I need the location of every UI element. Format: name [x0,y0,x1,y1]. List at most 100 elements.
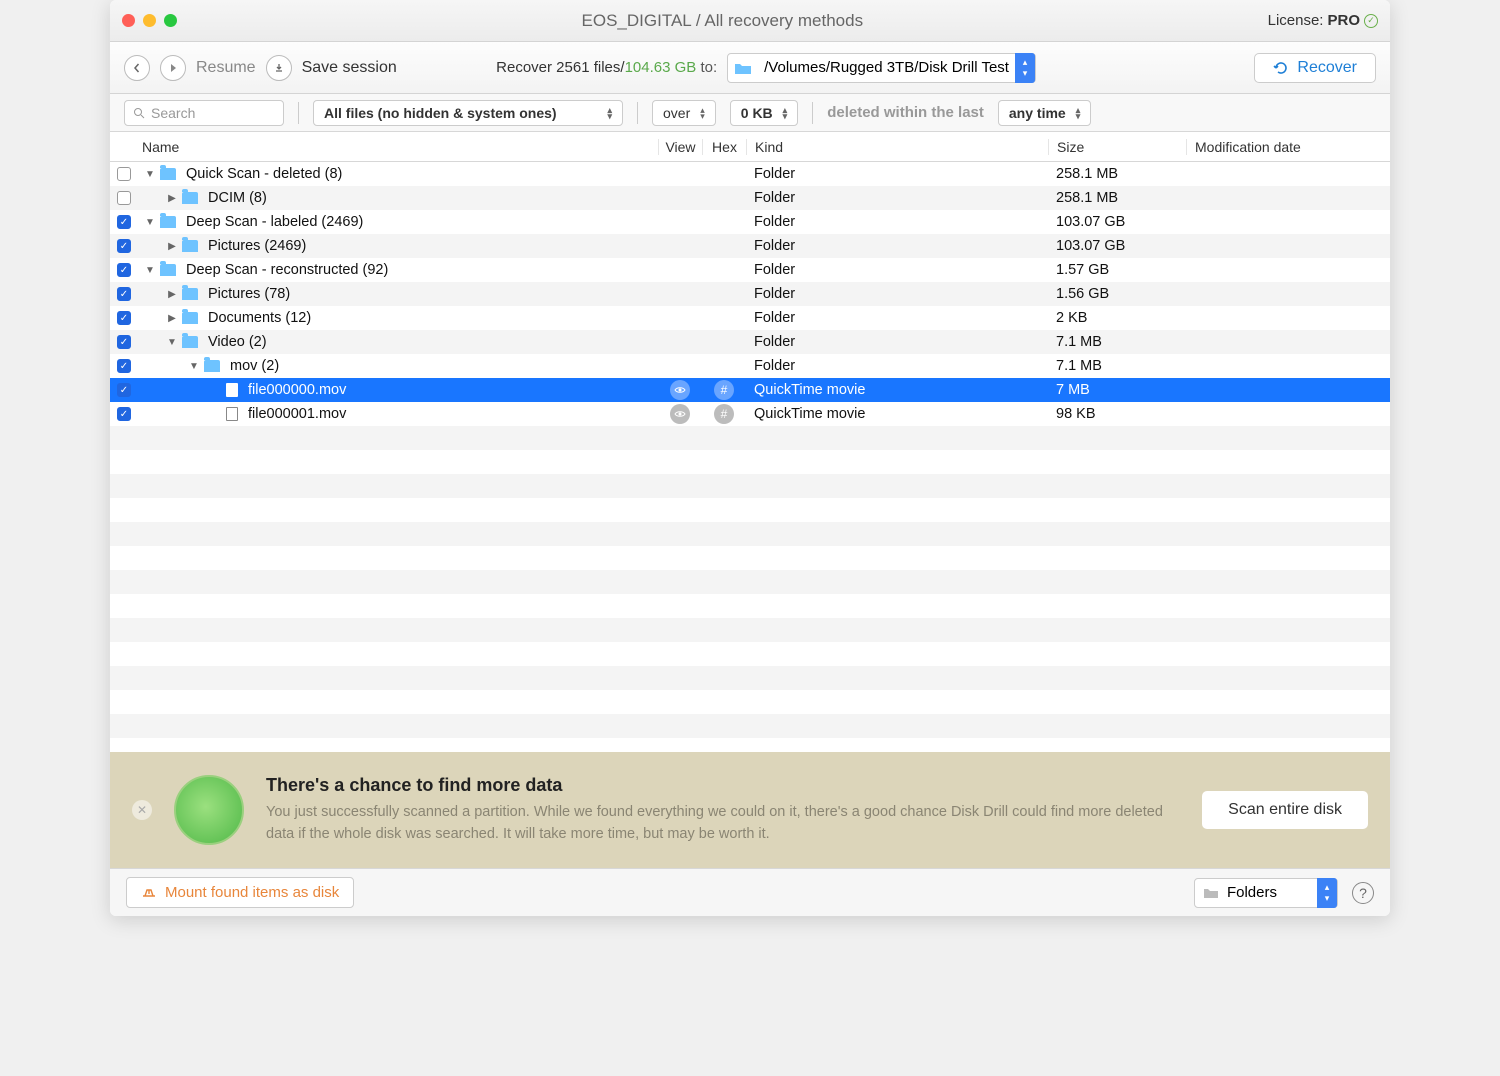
row-checkbox[interactable]: ✓ [117,311,131,325]
row-size: 7.1 MB [1048,334,1186,350]
row-kind: Folder [746,190,1048,206]
row-checkbox[interactable] [117,191,131,205]
disclosure-closed-icon[interactable]: ▶ [166,193,178,204]
column-hex[interactable]: Hex [702,139,746,155]
row-name: Documents (12) [208,310,311,326]
empty-row [110,618,1390,642]
file-icon [226,407,238,421]
table-row[interactable]: ✓▼Deep Scan - labeled (2469)Folder103.07… [110,210,1390,234]
banner-close-button[interactable]: ✕ [132,800,152,820]
recover-summary: Recover 2561 files/104.63 GB to: [496,59,717,76]
row-checkbox[interactable]: ✓ [117,239,131,253]
preview-icon[interactable] [670,404,690,424]
empty-row [110,546,1390,570]
folder-icon [182,192,198,204]
row-checkbox[interactable]: ✓ [117,287,131,301]
stepper-icon[interactable]: ▴▾ [1317,878,1337,908]
folder-icon [182,312,198,324]
search-input[interactable]: Search [124,100,284,126]
row-name: mov (2) [230,358,279,374]
license-tier: PRO [1327,12,1360,29]
save-session-label[interactable]: Save session [302,59,397,77]
disclosure-open-icon[interactable]: ▼ [144,169,156,180]
row-kind: Folder [746,238,1048,254]
table-row[interactable]: ✓▼mov (2)Folder7.1 MB [110,354,1390,378]
license-indicator[interactable]: License: PRO ✓ [1268,12,1378,29]
row-name: Deep Scan - labeled (2469) [186,214,363,230]
row-checkbox[interactable] [117,167,131,181]
row-kind: Folder [746,334,1048,350]
destination-selector[interactable]: /Volumes/Rugged 3TB/Disk Drill Test ▴▾ [727,53,1036,83]
zoom-window-button[interactable] [164,14,177,27]
empty-row [110,570,1390,594]
close-window-button[interactable] [122,14,135,27]
disclosure-open-icon[interactable]: ▼ [144,265,156,276]
column-mod[interactable]: Modification date [1186,139,1390,155]
table-row[interactable]: ✓file000000.mov#QuickTime movie7 MB [110,378,1390,402]
resume-label[interactable]: Resume [196,59,256,77]
column-size[interactable]: Size [1048,139,1186,155]
play-button[interactable] [160,55,186,81]
save-session-icon-button[interactable] [266,55,292,81]
disclosure-open-icon[interactable]: ▼ [188,361,200,372]
row-name: file000001.mov [248,406,346,422]
mount-icon [141,886,157,900]
back-button[interactable] [124,55,150,81]
column-name[interactable]: Name [138,139,658,155]
bottom-bar: Mount found items as disk Folders ▴▾ ? [110,868,1390,916]
size-value-dropdown[interactable]: 0 KB▴▾ [730,100,798,126]
row-size: 258.1 MB [1048,190,1186,206]
row-kind: Folder [746,166,1048,182]
hex-icon[interactable]: # [714,380,734,400]
row-checkbox[interactable]: ✓ [117,383,131,397]
column-kind[interactable]: Kind [746,139,1048,155]
empty-row [110,666,1390,690]
table-row[interactable]: ✓▶Pictures (2469)Folder103.07 GB [110,234,1390,258]
recover-button[interactable]: Recover [1254,53,1376,83]
row-name: Quick Scan - deleted (8) [186,166,342,182]
file-tree[interactable]: ▼Quick Scan - deleted (8)Folder258.1 MB▶… [110,162,1390,752]
folder-icon [182,336,198,348]
table-row[interactable]: ▼Quick Scan - deleted (8)Folder258.1 MB [110,162,1390,186]
disclosure-open-icon[interactable]: ▼ [144,217,156,228]
file-icon [226,383,238,397]
folder-icon [204,360,220,372]
disclosure-closed-icon[interactable]: ▶ [166,289,178,300]
recover-button-label: Recover [1297,59,1357,77]
view-mode-selector[interactable]: Folders ▴▾ [1194,878,1338,908]
mount-button[interactable]: Mount found items as disk [126,877,354,908]
chevron-updown-icon: ▴▾ [1076,107,1081,119]
table-row[interactable]: ✓▼Video (2)Folder7.1 MB [110,330,1390,354]
table-row[interactable]: ✓▶Documents (12)Folder2 KB [110,306,1390,330]
row-kind: QuickTime movie [746,382,1048,398]
help-button[interactable]: ? [1352,882,1374,904]
empty-row [110,522,1390,546]
stepper-icon[interactable]: ▴▾ [1015,53,1035,83]
disclosure-open-icon[interactable]: ▼ [166,337,178,348]
scan-entire-disk-button[interactable]: Scan entire disk [1202,791,1368,829]
empty-row [110,426,1390,450]
column-view[interactable]: View [658,139,702,155]
disclosure-closed-icon[interactable]: ▶ [166,313,178,324]
table-row[interactable]: ✓file000001.mov#QuickTime movie98 KB [110,402,1390,426]
time-filter-dropdown[interactable]: any time▴▾ [998,100,1091,126]
table-row[interactable]: ✓▶Pictures (78)Folder1.56 GB [110,282,1390,306]
chevron-updown-icon: ▴▾ [700,107,705,119]
row-checkbox[interactable]: ✓ [117,359,131,373]
minimize-window-button[interactable] [143,14,156,27]
chevron-left-icon [132,63,142,73]
hex-icon[interactable]: # [714,404,734,424]
row-size: 7.1 MB [1048,358,1186,374]
row-checkbox[interactable]: ✓ [117,335,131,349]
row-checkbox[interactable]: ✓ [117,263,131,277]
size-operator-dropdown[interactable]: over▴▾ [652,100,716,126]
file-filter-dropdown[interactable]: All files (no hidden & system ones)▴▾ [313,100,623,126]
preview-icon[interactable] [670,380,690,400]
row-checkbox[interactable]: ✓ [117,215,131,229]
table-row[interactable]: ✓▼Deep Scan - reconstructed (92)Folder1.… [110,258,1390,282]
row-checkbox[interactable]: ✓ [117,407,131,421]
row-size: 7 MB [1048,382,1186,398]
empty-row [110,450,1390,474]
table-row[interactable]: ▶DCIM (8)Folder258.1 MB [110,186,1390,210]
disclosure-closed-icon[interactable]: ▶ [166,241,178,252]
